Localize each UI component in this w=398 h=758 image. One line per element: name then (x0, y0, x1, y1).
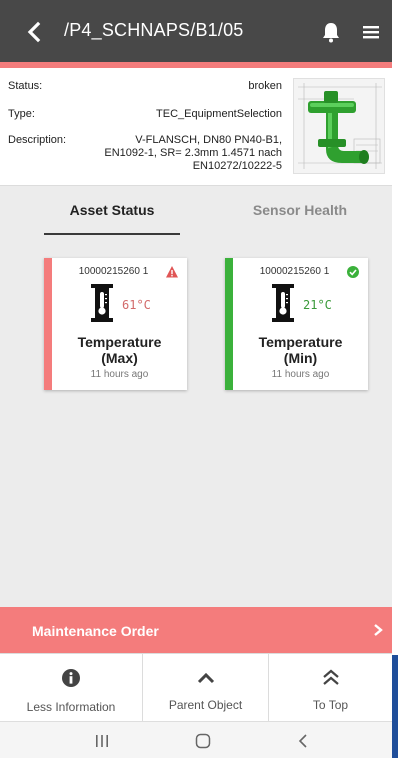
card-title: Temperature (Min) (233, 334, 368, 366)
parent-object-label: Parent Object (168, 698, 243, 712)
maintenance-order-label: Maintenance Order (32, 623, 159, 639)
sensor-id-text: 10000215260 1 (259, 266, 330, 277)
type-row: Type: TEC_EquipmentSelection (8, 108, 282, 124)
edge-accent (392, 655, 398, 758)
description-line: EN1092-1, SR= 2.3mm 1.4571 nach (104, 147, 282, 159)
check-circle-icon (347, 266, 359, 278)
thermometer-icon (272, 284, 294, 322)
parent-object-button[interactable]: Parent Object (143, 654, 269, 722)
app-header: /P4_SCHNAPS/B1/05 (0, 0, 392, 62)
status-value: broken (248, 80, 282, 92)
warning-triangle-icon (166, 266, 178, 278)
chevron-up-icon (197, 672, 214, 684)
status-label: Status: (8, 80, 43, 92)
temperature-min-card[interactable]: 10000215260 1 21°C Temperature (Min) 11 … (225, 258, 368, 390)
description-line: V-FLANSCH, DN80 PN40-B1, (135, 134, 282, 146)
chevron-right-icon (374, 624, 383, 636)
less-information-button[interactable]: Less Information (0, 654, 143, 722)
notifications-button[interactable] (320, 20, 342, 44)
tab-asset-status[interactable]: Asset Status (44, 202, 180, 218)
asset-thumbnail[interactable] (293, 78, 385, 174)
description-label: Description: (8, 134, 67, 146)
description-row: Description: V-FLANSCH, DN80 PN40-B1, EN… (8, 134, 282, 180)
app-screen: /P4_SCHNAPS/B1/05 Status: broken Type: T… (0, 0, 398, 758)
chevron-left-icon (27, 21, 41, 43)
card-timestamp: 11 hours ago (90, 369, 149, 380)
card-title-line: (Max) (101, 350, 138, 366)
card-timestamp: 11 hours ago (271, 369, 330, 380)
temperature-max-card[interactable]: 10000215260 1 61°C Temperature (Max) 11 … (44, 258, 187, 390)
temperature-value: 61°C (122, 298, 151, 312)
card-title-line: Temperature (77, 334, 162, 350)
to-top-button[interactable]: To Top (269, 654, 392, 722)
double-chevron-up-icon (322, 669, 339, 685)
type-label: Type: (8, 108, 35, 120)
temperature-value: 21°C (303, 298, 332, 312)
bell-icon (323, 23, 339, 43)
less-information-label: Less Information (26, 700, 116, 714)
card-title-line: (Min) (283, 350, 318, 366)
system-navigation-bar (0, 721, 392, 758)
sensor-id-text: 10000215260 1 (78, 266, 149, 277)
tab-sensor-health[interactable]: Sensor Health (230, 202, 370, 218)
back-button[interactable] (22, 18, 46, 46)
description-value: V-FLANSCH, DN80 PN40-B1, EN1092-1, SR= 2… (84, 134, 282, 173)
bottom-navigation: Less Information Parent Object To Top (0, 653, 392, 722)
type-value: TEC_EquipmentSelection (156, 108, 282, 120)
maintenance-order-button[interactable]: Maintenance Order (0, 607, 392, 653)
card-status-bar (225, 258, 233, 390)
description-line: EN10272/10222-5 (192, 160, 282, 172)
card-title-line: Temperature (258, 334, 343, 350)
home-icon[interactable] (195, 733, 211, 749)
info-circle-icon (62, 669, 80, 687)
system-back-icon[interactable] (297, 733, 309, 749)
hamburger-menu-icon (363, 26, 379, 39)
flange-pipe-image (298, 83, 382, 169)
status-row: Status: broken (8, 80, 282, 96)
screen-edge (392, 0, 398, 758)
card-status-bar (44, 258, 52, 390)
to-top-label: To Top (312, 698, 349, 712)
menu-button[interactable] (360, 21, 382, 43)
active-tab-indicator (44, 233, 180, 235)
thermometer-icon (91, 284, 113, 322)
card-title: Temperature (Max) (52, 334, 187, 366)
page-title: /P4_SCHNAPS/B1/05 (64, 20, 244, 40)
recent-apps-icon[interactable] (94, 734, 110, 748)
